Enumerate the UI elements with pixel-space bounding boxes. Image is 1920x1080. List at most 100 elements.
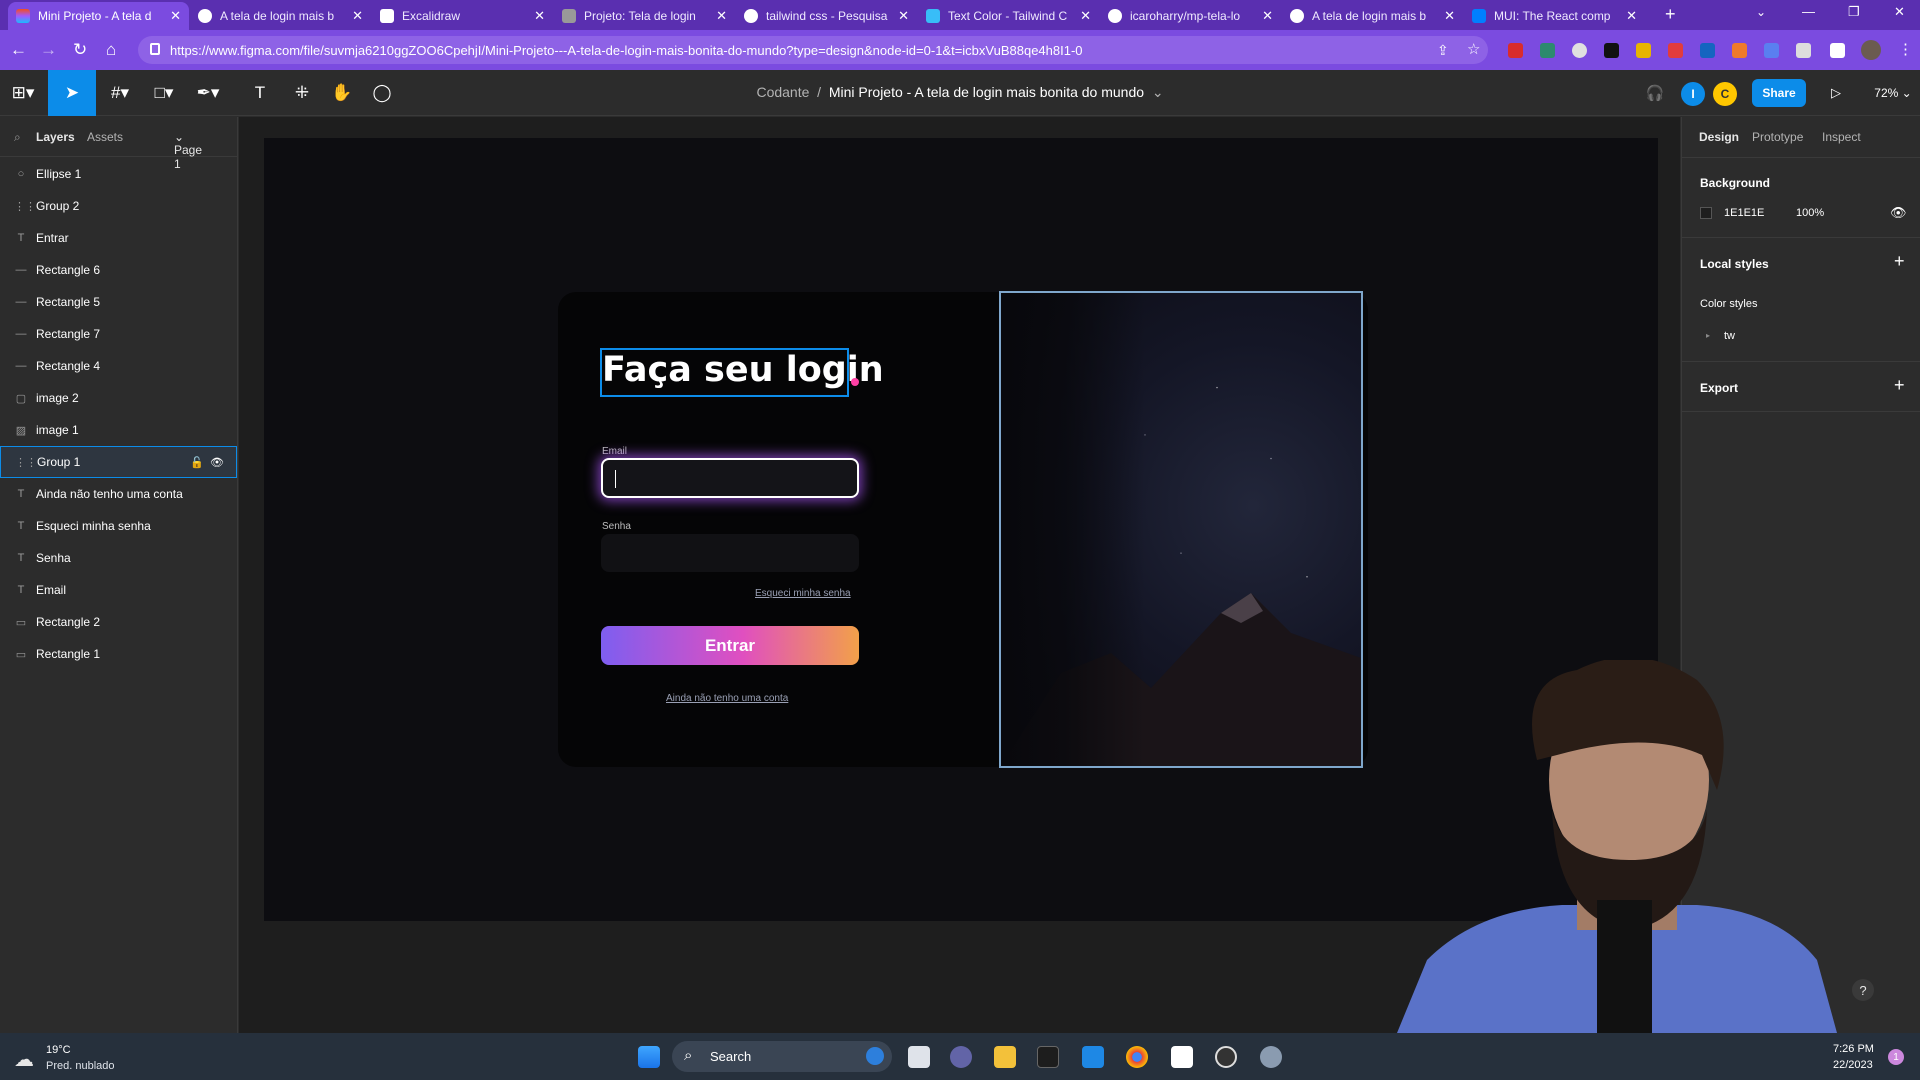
password-field[interactable]	[601, 534, 859, 572]
chrome-icon[interactable]	[1126, 1046, 1148, 1068]
layer-item[interactable]: — Rectangle 6	[0, 254, 237, 286]
eye-icon[interactable]: 👁	[1890, 205, 1907, 221]
kebab-menu-icon[interactable]: ⋮	[1898, 40, 1913, 60]
side-panel-icon[interactable]	[1830, 43, 1845, 58]
audio-headphones-icon[interactable]: 🎧	[1640, 70, 1670, 116]
lock-icon[interactable]: 🔓	[190, 457, 204, 469]
back-icon[interactable]: ←	[10, 40, 27, 60]
background-hex[interactable]: 1E1E1E	[1724, 207, 1764, 219]
teams-chat-icon[interactable]	[950, 1046, 972, 1068]
add-style-icon[interactable]: +	[1894, 251, 1905, 272]
shield-extension-icon[interactable]	[1700, 43, 1715, 58]
layer-item[interactable]: ▭ Rectangle 2	[0, 606, 237, 638]
close-icon[interactable]: ✕	[1444, 8, 1455, 24]
color-swatch[interactable]	[1700, 207, 1712, 219]
share-page-icon[interactable]: ⇪	[1437, 40, 1449, 60]
style-group-tw[interactable]: tw	[1724, 330, 1735, 342]
file-explorer-icon[interactable]	[994, 1046, 1016, 1068]
close-icon[interactable]: ✕	[1080, 8, 1091, 24]
layer-item[interactable]: ○ Ellipse 1	[0, 158, 237, 190]
forgot-password-link[interactable]: Esqueci minha senha	[755, 588, 851, 599]
layer-item[interactable]: — Rectangle 7	[0, 318, 237, 350]
close-icon[interactable]: ✕	[716, 8, 727, 24]
caret-right-icon[interactable]: ▸	[1706, 331, 1710, 340]
mountain-night-image[interactable]	[999, 291, 1363, 768]
close-icon[interactable]: ✕	[534, 8, 545, 24]
layer-item[interactable]: T Entrar	[0, 222, 237, 254]
bing-icon[interactable]	[866, 1047, 884, 1065]
layer-item[interactable]: T Senha	[0, 542, 237, 574]
weather-desc[interactable]: Pred. nublado	[46, 1060, 115, 1072]
settings-gear-icon[interactable]	[1260, 1046, 1282, 1068]
extension-icon[interactable]	[1764, 43, 1779, 58]
close-icon[interactable]: ✕	[1262, 8, 1273, 24]
breadcrumb[interactable]: Codante / Mini Projeto - A tela de login…	[0, 84, 1920, 101]
obs-icon[interactable]	[1215, 1046, 1237, 1068]
url-bar[interactable]: https://www.figma.com/file/suvmja6210ggZ…	[138, 36, 1488, 64]
adblock-extension-icon[interactable]	[1508, 43, 1523, 58]
background-opacity[interactable]: 100%	[1796, 207, 1824, 219]
chevron-down-icon[interactable]: ⌄	[1152, 84, 1164, 100]
weather-cloud-icon[interactable]: ☁	[14, 1047, 34, 1072]
layer-item[interactable]: ⋮⋮ Group 1 🔓 👁	[0, 446, 237, 478]
extension-icon[interactable]	[1572, 43, 1587, 58]
layer-item[interactable]: T Email	[0, 574, 237, 606]
share-button[interactable]: Share	[1752, 79, 1806, 107]
file-name[interactable]: Mini Projeto - A tela de login mais boni…	[829, 84, 1144, 100]
layer-item[interactable]: ▢ image 2	[0, 382, 237, 414]
extension-icon[interactable]	[1636, 43, 1651, 58]
browser-tab[interactable]: Mini Projeto - A tela d ✕	[8, 2, 189, 30]
team-name[interactable]: Codante	[756, 84, 809, 100]
close-icon[interactable]: ✕	[352, 8, 363, 24]
layer-item[interactable]: — Rectangle 5	[0, 286, 237, 318]
forward-icon[interactable]: →	[40, 40, 57, 60]
avatar[interactable]: C	[1713, 82, 1737, 106]
close-window-icon[interactable]: ✕	[1894, 4, 1905, 20]
browser-tab[interactable]: MUI: The React comp ✕	[1464, 2, 1645, 30]
extension-icon[interactable]	[1604, 43, 1619, 58]
bookmark-star-icon[interactable]: ☆	[1467, 40, 1480, 60]
browser-tab[interactable]: A tela de login mais b ✕	[190, 2, 371, 30]
zoom-dropdown[interactable]: 72% ⌄	[1870, 70, 1916, 116]
windows-start-icon[interactable]	[638, 1046, 660, 1068]
layer-item[interactable]: T Esqueci minha senha	[0, 510, 237, 542]
email-field[interactable]	[601, 458, 859, 498]
tab-layers[interactable]: Layers	[36, 130, 75, 144]
browser-tab[interactable]: icaroharry/mp-tela-lo ✕	[1100, 2, 1281, 30]
layer-item[interactable]: ▭ Rectangle 1	[0, 638, 237, 670]
extension-icon[interactable]	[1668, 43, 1683, 58]
layer-item[interactable]: ▨ image 1	[0, 414, 237, 446]
terminal-icon[interactable]	[1037, 1046, 1059, 1068]
extension-icon[interactable]	[1732, 43, 1747, 58]
tab-assets[interactable]: Assets	[87, 130, 123, 144]
close-icon[interactable]: ✕	[1626, 8, 1637, 24]
vscode-icon[interactable]	[1082, 1046, 1104, 1068]
restore-icon[interactable]: ❐	[1848, 4, 1860, 20]
taskbar-search[interactable]: ⌕ Search	[672, 1041, 892, 1072]
notification-badge[interactable]: 1	[1888, 1049, 1904, 1065]
tab-design[interactable]: Design	[1699, 130, 1739, 144]
browser-tab[interactable]: Projeto: Tela de login ✕	[554, 2, 735, 30]
eye-icon[interactable]: 👁	[210, 457, 224, 469]
layer-item[interactable]: ⋮⋮ Group 2	[0, 190, 237, 222]
browser-tab[interactable]: tailwind css - Pesquisa ✕	[736, 2, 917, 30]
notion-icon[interactable]	[1171, 1046, 1193, 1068]
add-export-icon[interactable]: +	[1894, 375, 1905, 396]
close-icon[interactable]: ✕	[170, 8, 181, 24]
puzzle-icon[interactable]	[1796, 43, 1811, 58]
browser-tab[interactable]: Excalidraw ✕	[372, 2, 553, 30]
browser-tab[interactable]: Text Color - Tailwind C ✕	[918, 2, 1099, 30]
task-view-icon[interactable]	[908, 1046, 930, 1068]
clock-time[interactable]: 7:26 PM	[1833, 1043, 1874, 1055]
profile-avatar[interactable]	[1861, 40, 1881, 60]
tab-search-icon[interactable]: ⌄	[1756, 5, 1766, 19]
close-icon[interactable]: ✕	[898, 8, 909, 24]
ellipse-accent-dot[interactable]	[851, 378, 859, 386]
layer-item[interactable]: — Rectangle 4	[0, 350, 237, 382]
browser-tab[interactable]: A tela de login mais b ✕	[1282, 2, 1463, 30]
layer-item[interactable]: T Ainda não tenho uma conta	[0, 478, 237, 510]
extension-icon[interactable]	[1540, 43, 1555, 58]
clock-date[interactable]: 22/2023	[1833, 1059, 1873, 1071]
tab-prototype[interactable]: Prototype	[1752, 130, 1803, 144]
new-tab-icon[interactable]: +	[1665, 4, 1676, 25]
